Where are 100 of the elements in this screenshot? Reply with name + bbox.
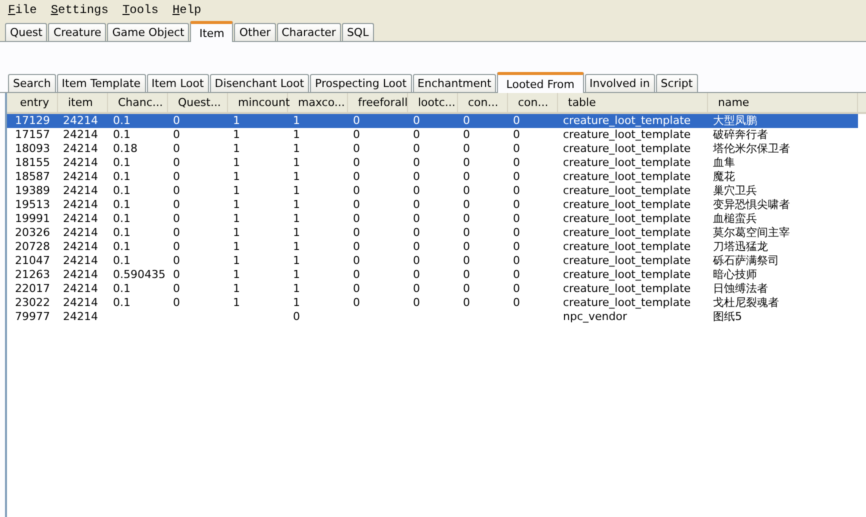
table-cell: 0	[463, 226, 470, 239]
table-cell: 1	[293, 114, 300, 127]
table-cell: 1	[233, 226, 240, 239]
table-cell: 0	[463, 198, 470, 211]
tab[interactable]: Involved in	[584, 74, 655, 92]
table-row[interactable]: 18587 24214 0.1 0 1 1 0 0 0 0 creature_loot_template 魔花	[7, 170, 858, 184]
tab[interactable]: Other	[234, 23, 276, 41]
table-row[interactable]: 23022 24214 0.1 0 1 1 0 0 0 0 creature_loot_template 戈杜尼裂魂者	[7, 296, 858, 310]
table-cell: 血隼	[713, 156, 735, 169]
table-cell: 24214	[63, 128, 98, 141]
table-cell: 0.1	[113, 156, 130, 169]
column-header[interactable]: table	[558, 93, 708, 112]
tab[interactable]: Looted From	[497, 72, 584, 93]
table-row[interactable]: 17157 24214 0.1 0 1 1 0 0 0 0 creature_loot_template 破碎奔行者	[7, 128, 858, 142]
table-cell: 24214	[63, 170, 98, 183]
tab[interactable]: Item Loot	[146, 74, 209, 92]
tab[interactable]: Game Object	[107, 23, 190, 41]
table-cell: 1	[233, 296, 240, 309]
tab[interactable]: Disenchant Loot	[210, 74, 310, 92]
table-cell: 0	[513, 254, 520, 267]
table-row[interactable]: 17129 24214 0.1 0 1 1 0 0 0 0 creature_loot_template 大型凤鹏	[7, 114, 858, 128]
table-cell: 21263	[15, 268, 50, 281]
table-cell: 0.1	[113, 254, 130, 267]
table-row[interactable]: 18155 24214 0.1 0 1 1 0 0 0 0 creature_loot_template 血隼	[7, 156, 858, 170]
table-cell: 图纸5	[713, 310, 742, 323]
tab[interactable]: Creature	[48, 23, 106, 41]
table-cell: 1	[293, 240, 300, 253]
table-cell: 0	[463, 142, 470, 155]
column-header[interactable]: con...	[458, 93, 508, 112]
table-cell: 0	[173, 184, 180, 197]
table-cell: 1	[293, 296, 300, 309]
tab[interactable]: Item Template	[56, 74, 146, 92]
menu-item[interactable]: Help	[172, 3, 202, 17]
tab[interactable]: SQL	[342, 23, 374, 41]
tab[interactable]: Quest	[5, 23, 48, 41]
column-header[interactable]: Quest...	[168, 93, 228, 112]
table-row[interactable]: 22017 24214 0.1 0 1 1 0 0 0 0 creature_loot_template 日蚀缚法者	[7, 282, 858, 296]
table-row[interactable]: 21047 24214 0.1 0 1 1 0 0 0 0 creature_loot_template 砾石萨满祭司	[7, 254, 858, 268]
table-cell: 0	[413, 170, 420, 183]
tab[interactable]: Script	[656, 74, 698, 92]
column-header[interactable]: con...	[508, 93, 558, 112]
table-cell: 0	[513, 282, 520, 295]
table-cell: npc_vendor	[563, 310, 627, 323]
table-row[interactable]: 18093 24214 0.18 0 1 1 0 0 0 0 creature_loot_template 塔伦米尔保卫者	[7, 142, 858, 156]
table-row[interactable]: 19991 24214 0.1 0 1 1 0 0 0 0 creature_loot_template 血槌蛮兵	[7, 212, 858, 226]
table-cell: 0	[463, 282, 470, 295]
table-cell: 0.1	[113, 184, 130, 197]
tab[interactable]: Item	[190, 21, 234, 42]
table-cell: 0	[173, 198, 180, 211]
table-cell: 0	[463, 212, 470, 225]
table-row[interactable]: 19389 24214 0.1 0 1 1 0 0 0 0 creature_loot_template 巢穴卫兵	[7, 184, 858, 198]
table-cell: 1	[233, 128, 240, 141]
column-header[interactable]: maxco...	[288, 93, 348, 112]
column-header[interactable]: freeforall	[348, 93, 408, 112]
table-cell: 0	[413, 184, 420, 197]
table-cell: 0	[353, 282, 360, 295]
column-header[interactable]: item	[58, 93, 108, 112]
tab[interactable]: Prospecting Loot	[310, 74, 412, 92]
table-cell: 0	[513, 128, 520, 141]
table-cell: 17129	[15, 114, 50, 127]
table-cell: 1	[233, 254, 240, 267]
column-header[interactable]: name	[708, 93, 858, 112]
tab[interactable]: Search	[8, 74, 56, 92]
table-cell: 0	[463, 254, 470, 267]
table-cell: 19513	[15, 198, 50, 211]
table-cell: 0	[513, 184, 520, 197]
table-row[interactable]: 20728 24214 0.1 0 1 1 0 0 0 0 creature_loot_template 刀塔迅猛龙	[7, 240, 858, 254]
table-cell: 23022	[15, 296, 50, 309]
column-header[interactable]: entry	[10, 93, 58, 112]
table-cell: 1	[233, 114, 240, 127]
table-cell: 0	[413, 254, 420, 267]
table-row[interactable]: 20326 24214 0.1 0 1 1 0 0 0 0 creature_loot_template 莫尔葛空间主宰	[7, 226, 858, 240]
table-cell: 1	[293, 254, 300, 267]
menu-item[interactable]: File	[8, 3, 37, 17]
table-cell: 0	[353, 156, 360, 169]
table-row[interactable]: 79977 24214 0 npc_vendor 图纸5	[7, 310, 858, 324]
table-row[interactable]: 19513 24214 0.1 0 1 1 0 0 0 0 creature_loot_template 变异恐惧尖啸者	[7, 198, 858, 212]
table-cell: 0.1	[113, 226, 130, 239]
table-row[interactable]: 21263 24214 0.590435 0 1 1 0 0 0 0 creature_loot_template 暗心技师	[7, 268, 858, 282]
column-header[interactable]: mincount	[228, 93, 288, 112]
table-cell: 0	[413, 226, 420, 239]
table-cell: creature_loot_template	[563, 198, 691, 211]
table-cell: 暗心技师	[713, 268, 757, 281]
menu-item[interactable]: Tools	[122, 3, 158, 17]
column-header[interactable]: Chanc...	[108, 93, 168, 112]
table-cell: creature_loot_template	[563, 114, 691, 127]
table-cell: 0	[413, 240, 420, 253]
table-cell: creature_loot_template	[563, 296, 691, 309]
table-cell: 0	[413, 296, 420, 309]
menu-item[interactable]: Settings	[50, 3, 108, 17]
table-cell: 1	[233, 282, 240, 295]
table-cell: 1	[233, 142, 240, 155]
table-cell: 0	[353, 184, 360, 197]
table-cell: 24214	[63, 310, 98, 323]
tab[interactable]: Character	[276, 23, 341, 41]
column-header[interactable]: lootc...	[408, 93, 458, 112]
table-cell: 0.1	[113, 128, 130, 141]
tab[interactable]: Enchantment	[412, 74, 496, 92]
table-cell: 24214	[63, 156, 98, 169]
table-cell: 0	[173, 114, 180, 127]
